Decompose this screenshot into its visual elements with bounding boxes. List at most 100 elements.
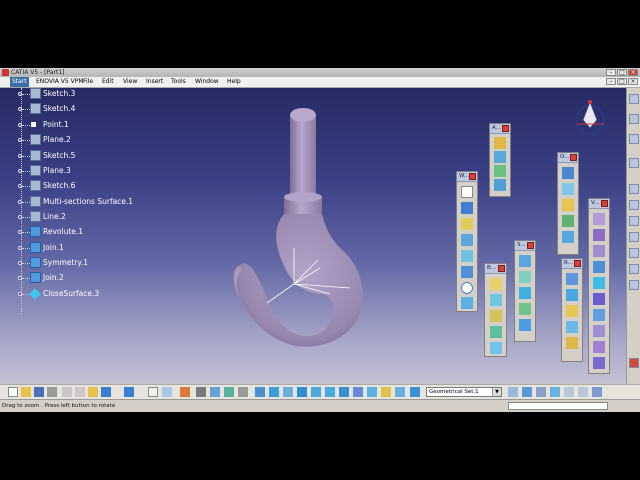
menu-view[interactable]: View (123, 77, 137, 87)
paste-icon[interactable] (88, 387, 98, 397)
menu-edit[interactable]: Edit (102, 77, 114, 87)
tool-icon[interactable] (519, 303, 531, 315)
palette-o[interactable]: O... (557, 152, 579, 255)
palette-s[interactable]: S... (514, 240, 536, 342)
tool-icon[interactable] (564, 387, 574, 397)
tool-icon[interactable] (562, 167, 574, 179)
palette-close-button[interactable] (498, 265, 505, 272)
tool-icon[interactable] (224, 387, 234, 397)
command-input[interactable] (508, 402, 608, 410)
tool-icon[interactable] (592, 387, 602, 397)
menu-insert[interactable]: Insert (146, 77, 163, 87)
tool-icon[interactable] (629, 264, 639, 274)
tool-icon[interactable] (629, 232, 639, 242)
tool-icon[interactable] (562, 199, 574, 211)
formula-icon[interactable] (180, 387, 190, 397)
comment-icon[interactable] (162, 387, 172, 397)
tool-icon[interactable] (494, 179, 506, 191)
tool-icon[interactable] (629, 134, 639, 144)
circle-icon[interactable] (461, 282, 473, 294)
tool-icon[interactable] (494, 165, 506, 177)
intersection-tool-icon[interactable] (461, 250, 473, 262)
copy-icon[interactable] (75, 387, 85, 397)
whats-this-icon[interactable] (148, 387, 158, 397)
palette-close-button[interactable] (502, 125, 509, 132)
tool-icon[interactable] (593, 229, 605, 241)
tool-icon[interactable] (629, 94, 639, 104)
tool-icon[interactable] (593, 277, 605, 289)
geometrical-set-select[interactable]: Geometrical Set.1 ▼ (426, 387, 502, 397)
tool-icon[interactable] (593, 261, 605, 273)
compass-icon[interactable] (575, 100, 605, 135)
tool-icon[interactable] (566, 321, 578, 333)
fly-mode-icon[interactable] (255, 387, 265, 397)
iso-view-icon[interactable] (353, 387, 363, 397)
palette-v[interactable]: V... (588, 198, 610, 374)
palette-close-button[interactable] (570, 154, 577, 161)
tool-icon[interactable] (489, 278, 502, 290)
minimize-button[interactable]: – (606, 69, 616, 76)
tool-icon[interactable] (593, 325, 605, 337)
point-tool-icon[interactable] (461, 186, 473, 198)
tool-icon[interactable] (489, 294, 502, 306)
3d-viewport[interactable]: Sketch.3 Sketch.4 Point.1 Plane.2 Sketch… (0, 88, 626, 384)
tool-icon[interactable] (566, 273, 578, 285)
tool-icon[interactable] (238, 387, 248, 397)
geometrical-set-icon[interactable] (410, 387, 420, 397)
plane-tool-icon[interactable] (461, 218, 473, 230)
tool-icon[interactable] (489, 342, 502, 354)
menu-help[interactable]: Help (227, 77, 241, 87)
tool-icon[interactable] (210, 387, 220, 397)
print-icon[interactable] (47, 387, 57, 397)
spline-tool-icon[interactable] (461, 297, 473, 309)
tool-icon[interactable] (593, 341, 605, 353)
tool-icon[interactable] (629, 158, 639, 168)
new-icon[interactable] (8, 387, 18, 397)
tool-icon[interactable] (593, 213, 605, 225)
doc-close-button[interactable]: × (628, 78, 638, 85)
tool-icon[interactable] (578, 387, 588, 397)
zoom-in-icon[interactable] (311, 387, 321, 397)
menu-tools[interactable]: Tools (171, 77, 186, 87)
menu-file[interactable]: File (83, 77, 93, 87)
normal-view-icon[interactable] (339, 387, 349, 397)
tool-icon[interactable] (562, 215, 574, 227)
tool-icon[interactable] (629, 114, 639, 124)
maximize-button[interactable]: □ (617, 69, 627, 76)
tool-icon[interactable] (562, 183, 574, 195)
cut-icon[interactable] (62, 387, 72, 397)
palette-close-button[interactable] (469, 173, 476, 180)
tool-icon[interactable] (519, 287, 531, 299)
tool-icon[interactable] (508, 387, 518, 397)
tool-icon[interactable] (566, 305, 578, 317)
palette-w[interactable]: W... (456, 171, 478, 312)
line-tool-icon[interactable] (461, 202, 473, 214)
rotate-icon[interactable] (297, 387, 307, 397)
tool-icon[interactable] (522, 387, 532, 397)
pan-icon[interactable] (283, 387, 293, 397)
tool-icon[interactable] (550, 387, 560, 397)
palette-b[interactable]: B... (484, 263, 507, 357)
palette-close-button[interactable] (601, 200, 608, 207)
menu-enovia[interactable]: ENOVIA V5 VPM (36, 77, 84, 87)
tool-icon[interactable] (629, 200, 639, 210)
tool-icon[interactable] (494, 151, 506, 163)
tool-icon[interactable] (519, 319, 531, 331)
projection-tool-icon[interactable] (461, 234, 473, 246)
chevron-down-icon[interactable]: ▼ (492, 388, 501, 396)
circle-tool-icon[interactable] (461, 266, 473, 278)
doc-restore-button[interactable]: □ (617, 78, 627, 85)
palette-close-button[interactable] (527, 242, 534, 249)
tool-icon[interactable] (566, 289, 578, 301)
tool-icon[interactable] (629, 216, 639, 226)
fit-all-icon[interactable] (269, 387, 279, 397)
swap-space-icon[interactable] (395, 387, 405, 397)
undo-icon[interactable] (101, 387, 111, 397)
doc-minimize-button[interactable]: – (606, 78, 616, 85)
palette-r[interactable]: R... (561, 258, 583, 362)
close-button[interactable]: × (628, 69, 638, 76)
palette-close-button[interactable] (574, 260, 581, 267)
tool-icon[interactable] (489, 326, 502, 338)
tool-icon[interactable] (593, 293, 605, 305)
menu-window[interactable]: Window (195, 77, 219, 87)
